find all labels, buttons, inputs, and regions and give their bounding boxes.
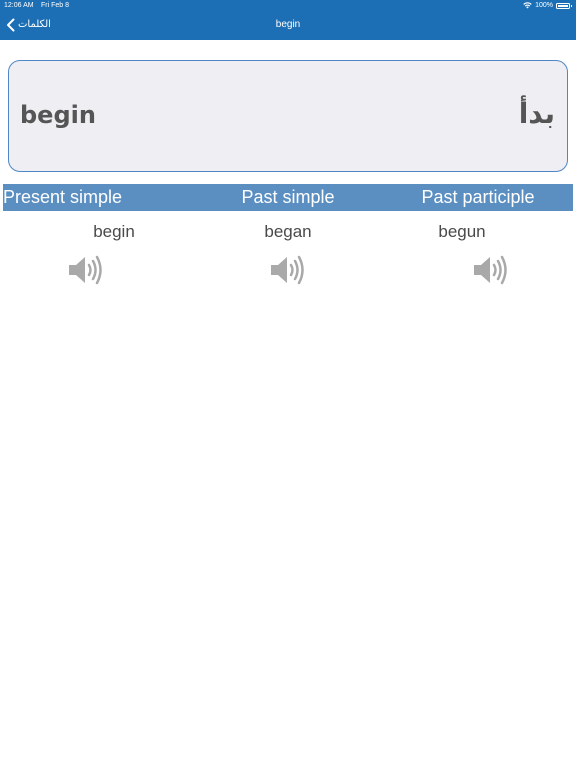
english-word: begin: [20, 101, 96, 129]
past-participle-column: begun: [383, 218, 573, 288]
word-card: begin بدأ: [8, 60, 568, 172]
arabic-translation: بدأ: [518, 97, 555, 130]
past-participle-value: begun: [438, 222, 486, 241]
page-title: begin: [275, 19, 301, 30]
screen: 12:06 AM Fri Feb 8 100% الكلمات begin be…: [0, 0, 576, 768]
status-right: 100%: [523, 0, 572, 11]
speaker-icon[interactable]: [67, 254, 103, 286]
battery-percent: 100%: [535, 2, 553, 9]
header-past-simple: Past simple: [241, 187, 335, 207]
verb-forms-row: begin began begun: [3, 218, 573, 288]
present-simple-column: begin: [3, 218, 193, 288]
speaker-icon[interactable]: [472, 254, 508, 286]
battery-icon: [556, 2, 572, 9]
navigation-bar: 12:06 AM Fri Feb 8 100% الكلمات begin: [0, 0, 576, 40]
header-present-simple: Present simple: [3, 187, 123, 207]
status-time: 12:06 AM: [4, 2, 34, 9]
wifi-icon: [523, 2, 532, 9]
present-simple-value: begin: [93, 222, 135, 241]
speaker-icon[interactable]: [269, 254, 305, 286]
header-past-participle: Past participle: [421, 187, 535, 207]
verb-forms-header: Present simple Past simple Past particip…: [3, 184, 573, 211]
status-bar: 12:06 AM Fri Feb 8 100%: [0, 0, 576, 11]
status-date: Fri Feb 8: [41, 2, 70, 9]
